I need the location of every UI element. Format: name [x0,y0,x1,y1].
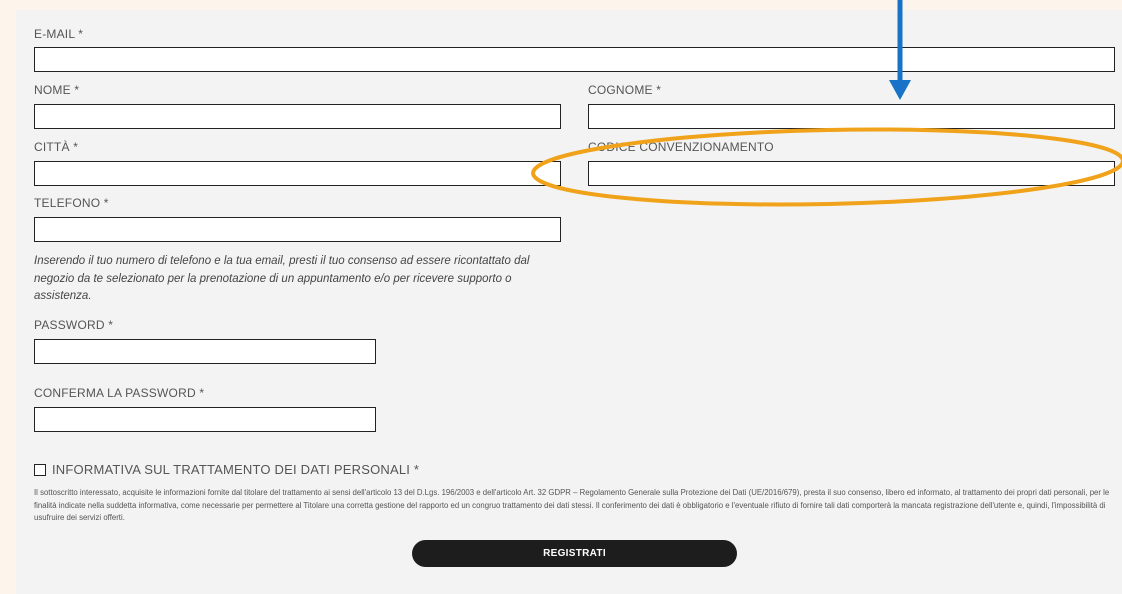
cognome-field[interactable] [588,104,1115,129]
confirm-password-field[interactable] [34,407,376,432]
confirm-password-label: CONFERMA LA PASSWORD * [34,386,205,400]
nome-field[interactable] [34,104,561,129]
consent-note: Inserendo il tuo numero di telefono e la… [34,255,530,302]
telefono-field[interactable] [34,217,561,242]
email-label: E-MAIL * [34,27,84,41]
citta-label: CITTÀ * [34,140,79,154]
email-field[interactable] [34,47,1115,72]
codice-convenzionamento-field[interactable] [588,161,1115,186]
privacy-text: Il sottoscritto interessato, acquisite l… [34,488,1110,522]
cognome-label: COGNOME * [588,83,662,97]
registrati-button[interactable]: REGISTRATI [412,540,737,567]
citta-field[interactable] [34,161,561,186]
privacy-label[interactable]: INFORMATIVA SUL TRATTAMENTO DEI DATI PER… [52,462,419,477]
privacy-checkbox[interactable] [34,464,46,476]
telefono-label: TELEFONO * [34,196,109,210]
codice-convenzionamento-label: CODICE CONVENZIONAMENTO [588,140,774,154]
password-label: PASSWORD * [34,318,114,332]
nome-label: NOME * [34,83,80,97]
password-field[interactable] [34,339,376,364]
